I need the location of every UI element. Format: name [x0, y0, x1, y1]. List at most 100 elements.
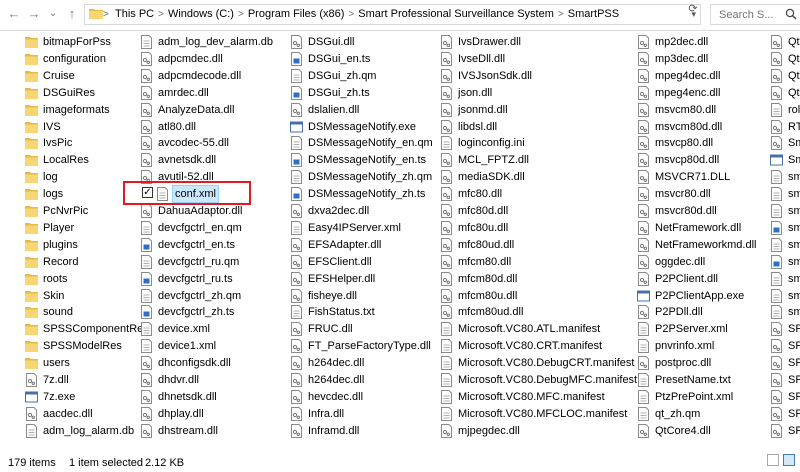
item-name: sma [788, 221, 800, 234]
dll-file-icon [291, 271, 302, 286]
document-file-icon [771, 102, 782, 117]
document-file-icon [291, 136, 302, 151]
item-name: IVSJsonSdk.dll [458, 69, 532, 82]
item-name: msvcp80d.dll [655, 154, 720, 167]
item-count: 179 items [8, 457, 56, 469]
item-name: DSMessageNotify.exe [308, 120, 417, 133]
item-name: dhnetsdk.dll [158, 390, 217, 403]
item-name: libdsl.dll [458, 120, 498, 133]
breadcrumb-separator: > [557, 9, 564, 20]
item-name: hevcdec.dll [308, 390, 364, 403]
ts-file-icon [771, 220, 782, 235]
item-name: P2PDll.dll [655, 306, 703, 319]
ts-file-icon [291, 153, 302, 168]
up-arrow-icon[interactable]: ↑ [64, 5, 80, 23]
document-file-icon [771, 305, 782, 320]
breadcrumb-item[interactable]: This PC [115, 5, 154, 24]
item-name: QtX [788, 86, 800, 99]
item-name: imageformats [43, 103, 110, 116]
item-name: DSGui_zh.ts [308, 86, 370, 99]
item-name: sma [788, 205, 800, 217]
document-file-icon [141, 339, 152, 354]
item-name: Microsoft.VC80.CRT.manifest [458, 340, 603, 353]
dll-file-icon [291, 322, 302, 337]
item-name: IvseDll.dll [458, 52, 506, 65]
dll-file-icon [441, 187, 452, 202]
dll-file-icon [141, 85, 152, 100]
selection-size: 2.12 KB [145, 457, 185, 469]
item-name: P2PClientApp.exe [655, 289, 745, 302]
item-name: EFSAdapter.dll [308, 238, 382, 251]
item-name: mfc80.dll [458, 188, 503, 201]
item-name: atl80.dll [158, 120, 196, 133]
refresh-icon[interactable]: ⟳ [685, 0, 701, 19]
ts-file-icon [291, 85, 302, 100]
folder-icon [25, 273, 38, 285]
recent-locations-chevron-icon[interactable]: ⌄ [45, 5, 61, 23]
dll-file-icon [771, 85, 782, 100]
document-file-icon [441, 406, 452, 421]
document-file-icon [141, 288, 152, 303]
document-file-icon [638, 373, 649, 387]
item-name: Sma [788, 137, 800, 150]
breadcrumb-separator: > [348, 9, 355, 20]
document-file-icon [771, 170, 782, 185]
dll-file-icon [441, 237, 452, 252]
item-name: device.xml [158, 323, 210, 336]
item-name: amrdec.dll [158, 86, 209, 99]
dll-file-icon [441, 305, 452, 320]
document-file-icon [771, 237, 782, 252]
document-file-icon [291, 68, 302, 83]
dll-file-icon [638, 305, 649, 320]
item-name: Microsoft.VC80.MFC.manifest [458, 390, 605, 403]
breadcrumb-item[interactable]: SmartPSS [568, 5, 619, 24]
dll-file-icon [771, 356, 782, 371]
item-name: EFSHelper.dll [308, 272, 376, 285]
dll-file-icon [441, 35, 452, 49]
forward-arrow-icon[interactable]: → [26, 5, 42, 23]
breadcrumb-item[interactable]: Program Files (x86) [248, 5, 345, 24]
dll-file-icon [638, 204, 649, 218]
search-input[interactable] [711, 5, 789, 24]
document-file-icon [291, 305, 302, 320]
document-file-icon [441, 373, 452, 387]
breadcrumb-item[interactable]: Windows (C:) [168, 5, 234, 24]
search-icon [785, 8, 797, 20]
item-name: MCL_FPTZ.dll [458, 154, 529, 167]
item-name: json.dll [458, 86, 493, 99]
back-arrow-icon[interactable]: ← [6, 5, 22, 23]
breadcrumb-item[interactable]: Smart Professional Surveillance System [358, 5, 554, 24]
ts-file-icon [771, 254, 782, 269]
dll-file-icon [26, 373, 37, 387]
item-name: PcNvrPic [43, 205, 89, 217]
dll-file-icon [291, 406, 302, 421]
item-name: Infra.dll [308, 407, 345, 420]
folder-icon [25, 341, 38, 353]
item-name: EFSClient.dll [308, 255, 372, 268]
item-name: LocalRes [43, 154, 89, 167]
dll-file-icon [441, 51, 452, 66]
file-list: bitmapForPss configuration Cruise DSGuiRes i… [0, 30, 800, 454]
item-name: dhconfigsdk.dll [158, 357, 231, 370]
item-name: Record [43, 255, 79, 268]
item-name: dhstream.dll [158, 424, 218, 437]
item-name: msvcm80.dll [655, 103, 717, 116]
item-name: sound [43, 306, 73, 319]
dll-file-icon [141, 204, 152, 218]
address-bar[interactable]: > This PC > Windows (C:) > Program Files (x8… [84, 4, 701, 25]
folder-icon [25, 37, 38, 48]
ts-file-icon [141, 305, 152, 320]
search-box[interactable] [710, 4, 800, 25]
item-name: adm_log_alarm.db [43, 424, 135, 437]
dll-file-icon [441, 271, 452, 286]
dll-file-icon [638, 85, 649, 100]
dll-file-icon [771, 423, 782, 438]
item-name: qt_zh.qm [655, 407, 701, 420]
document-file-icon [771, 288, 782, 303]
list-view-icon[interactable] [783, 454, 795, 466]
breadcrumb-separator: > [158, 9, 164, 20]
dll-file-icon [141, 102, 152, 117]
details-view-icon[interactable] [767, 454, 779, 466]
item-name: h264dec.dll [308, 374, 365, 386]
folder-icon [25, 324, 38, 336]
